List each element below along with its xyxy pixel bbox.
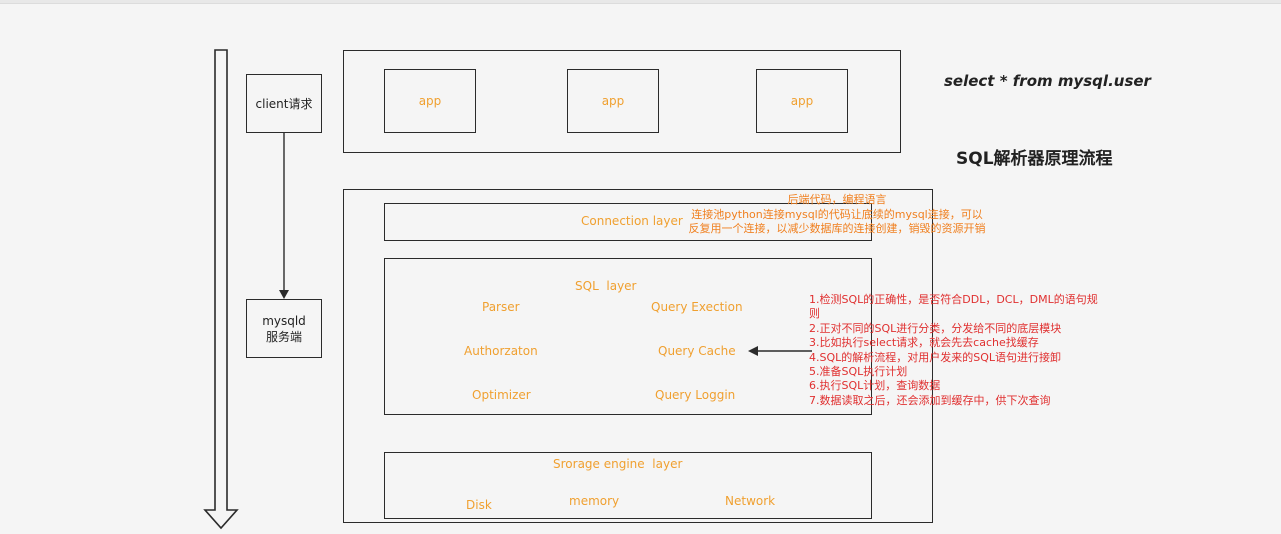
client-request-box: client请求 <box>246 74 322 133</box>
client-to-server-arrow <box>279 133 289 299</box>
storage-layer-label: Srorage engine layer <box>553 457 683 471</box>
app-box-1: app <box>384 69 476 133</box>
sql-item-optimizer: Optimizer <box>472 388 531 402</box>
sql-item-query-loggin: Query Loggin <box>655 388 736 402</box>
mysqld-server-box: mysqld 服务端 <box>246 299 322 358</box>
top-bar <box>0 0 1281 4</box>
query-example-title: select * from mysql.user <box>944 72 1151 90</box>
sql-item-authorzaton: Authorzaton <box>464 344 538 358</box>
app-box-3: app <box>756 69 848 133</box>
storage-item-network: Network <box>725 494 776 508</box>
cache-pointer-arrow <box>748 346 812 356</box>
app-label-3: app <box>790 94 814 108</box>
connection-layer-note: 后端代码，编程语言 连接池python连接mysql的代码让底续的mysql连接… <box>688 193 986 235</box>
sql-layer-notes: 1.检测SQL的正确性，是否符合DDL，DCL，DML的语句规 则 2.正对不同… <box>809 293 1098 407</box>
app-label-2: app <box>601 94 625 108</box>
flow-down-arrow <box>203 49 239 530</box>
connection-layer-label: Connection layer <box>581 214 683 228</box>
sql-item-query-cache: Query Cache <box>658 344 736 358</box>
mysqld-server-label: mysqld 服务端 <box>262 313 306 344</box>
sql-layer-label: SQL layer <box>575 279 637 293</box>
diagram-title: SQL解析器原理流程 <box>956 149 1113 169</box>
sql-item-query-exection: Query Exection <box>651 300 743 314</box>
storage-item-disk: Disk <box>466 498 492 512</box>
sql-item-parser: Parser <box>482 300 520 314</box>
storage-item-memory: memory <box>569 494 620 508</box>
app-box-2: app <box>567 69 659 133</box>
client-request-label: client请求 <box>255 96 313 111</box>
app-label-1: app <box>418 94 442 108</box>
